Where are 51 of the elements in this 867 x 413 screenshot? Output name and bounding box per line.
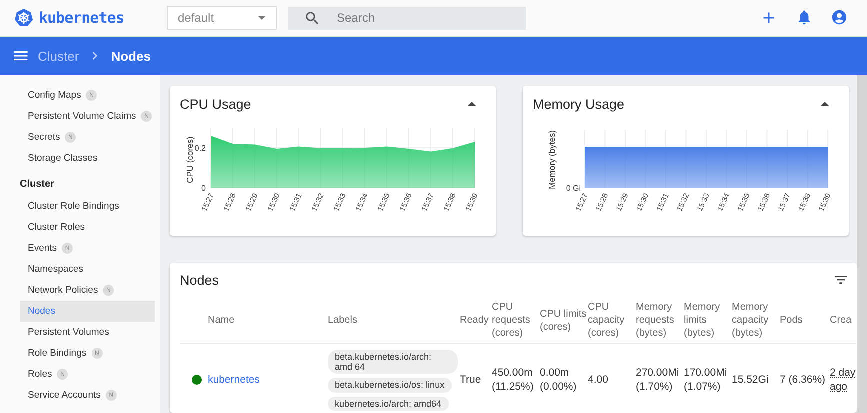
table-cell: 7 (6.36%): [780, 374, 826, 386]
sidebar-section-header: Cluster: [19, 178, 56, 192]
y-axis-label: Memory (bytes): [547, 130, 557, 190]
label-chip: kubernetes.io/arch: amd64: [328, 396, 449, 411]
y-axis-label: CPU (cores): [185, 136, 195, 184]
column-header: Name: [208, 315, 235, 326]
column-header: Memory limits (bytes): [684, 302, 720, 340]
y-tick-label: 0 Gi: [566, 184, 581, 193]
search-field[interactable]: Search: [288, 6, 526, 30]
namespace-select[interactable]: default: [167, 6, 277, 30]
card-title: CPU Usage: [180, 96, 252, 112]
column-header: CPU limits (cores): [540, 308, 587, 333]
collapse-icon[interactable]: [821, 102, 829, 106]
table-cell: 170.00Mi (1.07%): [684, 367, 728, 394]
table-cell: 4.00: [588, 374, 608, 386]
account-icon[interactable]: [831, 9, 848, 26]
column-header: Ready: [460, 315, 489, 326]
scrollbar[interactable]: [857, 75, 867, 413]
column-header: Memory capacity (bytes): [732, 302, 769, 340]
table-cell: 270.00Mi (1.70%): [636, 367, 680, 394]
table-cell: 15.52Gi: [732, 374, 769, 386]
table-cell: 450.00m (11.25%): [492, 367, 534, 394]
breadcrumb-item: Nodes: [111, 48, 151, 64]
card-title: Memory Usage: [533, 96, 625, 112]
label-chip: beta.kubernetes.io/os: linux: [328, 378, 452, 393]
column-header: Memory requests (bytes): [636, 302, 674, 340]
collapse-icon[interactable]: [468, 102, 476, 106]
column-header: Labels: [328, 315, 358, 326]
column-header: Pods: [780, 315, 803, 326]
table-cell: True: [460, 374, 482, 386]
card-title: Nodes: [180, 272, 220, 288]
logo-text: kubernetes: [39, 9, 124, 27]
column-header: CPU capacity (cores): [588, 302, 625, 340]
search-icon: [304, 10, 321, 26]
column-header: Crea: [830, 315, 852, 326]
logo-icon: [14, 8, 34, 28]
caret-icon: [258, 16, 266, 20]
node-link[interactable]: kubernetes: [208, 374, 260, 386]
y-tick-label: 0.2: [194, 144, 206, 153]
bell-icon[interactable]: [796, 9, 813, 26]
sidebar-item[interactable]: Cluster Roles: [20, 217, 155, 238]
sidebar-item[interactable]: Storage Classes: [20, 148, 155, 169]
table-cell: 0.00m (0.00%): [540, 367, 577, 394]
table-cell: 2 day ago: [830, 367, 856, 394]
sidebar-item[interactable]: Namespaces: [20, 259, 155, 280]
column-header: CPU requests (cores): [492, 302, 530, 340]
sidebar-item[interactable]: Nodes: [20, 301, 155, 322]
y-tick-label: 0: [202, 184, 206, 193]
sidebar-item[interactable]: Cluster Role Bindings: [20, 196, 155, 217]
label-chip: beta.kubernetes.io/arch: amd 64: [328, 350, 458, 374]
sidebar-item[interactable]: Persistent Volumes: [20, 322, 155, 343]
